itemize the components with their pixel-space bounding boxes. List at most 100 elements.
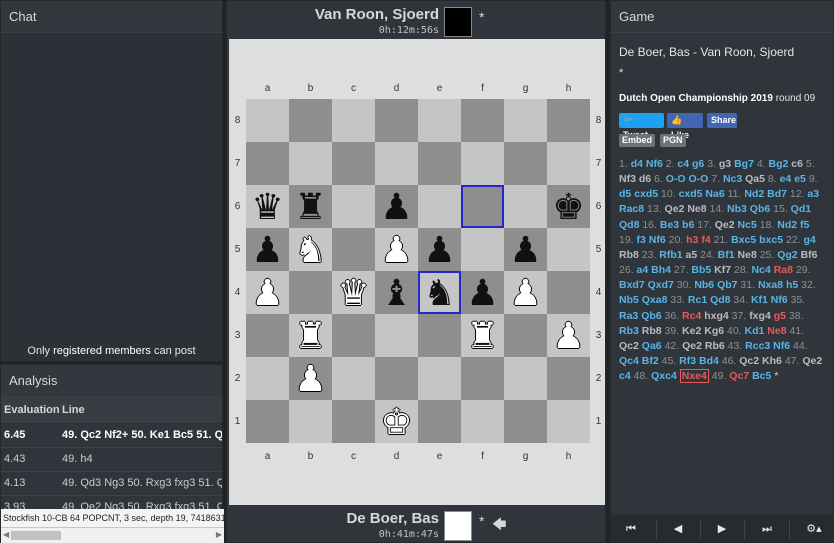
square-d4[interactable]: ♝	[375, 271, 418, 314]
square-h7[interactable]	[547, 142, 590, 185]
square-g6[interactable]	[504, 185, 547, 228]
square-h3[interactable]: ♟	[547, 314, 590, 357]
move-b-25[interactable]: Bf6	[801, 249, 818, 261]
move-w-33[interactable]: Rc1	[688, 294, 707, 306]
white-rook-icon[interactable]: ♜	[294, 317, 326, 354]
horizontal-scrollbar[interactable]: ◀ ▶	[1, 527, 224, 543]
square-e4[interactable]: ♞	[418, 271, 461, 314]
last-move-button[interactable]: ⏭	[747, 515, 787, 543]
move-b-22[interactable]: Rb8	[619, 249, 639, 261]
move-w-8[interactable]: e4	[780, 173, 792, 185]
square-c1[interactable]	[332, 400, 375, 443]
square-g2[interactable]	[504, 357, 547, 400]
move-b-23[interactable]: a5	[686, 249, 698, 261]
move-w-18[interactable]: Nd2	[777, 219, 797, 231]
scroll-thumb[interactable]	[11, 531, 61, 540]
square-b3[interactable]: ♜	[289, 314, 332, 357]
chess-board[interactable]: ♛ ♜ ♟ ♚ ♟ ♞ ♟ ♟ ♟ ♟ ♛ ♝ ♞ ♟ ♟ ♜ ♜ ♟ ♟ ♚	[246, 99, 590, 443]
square-b6[interactable]: ♜	[289, 185, 332, 228]
move-b-44[interactable]: Bf2	[642, 355, 659, 367]
move-w-41[interactable]: Qc2	[619, 340, 639, 352]
white-pawn-icon[interactable]: ♟	[251, 274, 283, 311]
move-b-40[interactable]: Ne8	[767, 325, 786, 337]
move-w-27[interactable]: Bb5	[691, 264, 711, 276]
black-pawn-icon[interactable]: ♟	[466, 274, 498, 311]
square-f6[interactable]	[461, 185, 504, 228]
move-b-45[interactable]: Bd4	[699, 355, 719, 367]
move-w-4[interactable]: Bg2	[769, 158, 789, 170]
scroll-left-icon[interactable]: ◀	[3, 530, 9, 539]
move-b-47[interactable]: c4	[619, 370, 631, 382]
black-king-icon[interactable]: ♚	[552, 188, 584, 225]
square-h5[interactable]	[547, 228, 590, 271]
move-b-14[interactable]: Qb6	[750, 203, 770, 215]
square-e8[interactable]	[418, 99, 461, 142]
square-b4[interactable]	[289, 271, 332, 314]
square-g3[interactable]	[504, 314, 547, 357]
white-king-icon[interactable]: ♚	[380, 403, 412, 440]
move-b-4[interactable]: c6	[791, 158, 803, 170]
square-c5[interactable]	[332, 228, 375, 271]
square-a7[interactable]	[246, 142, 289, 185]
move-w-47[interactable]: Qe2	[802, 355, 822, 367]
move-w-19[interactable]: f3	[637, 234, 646, 246]
pgn-button[interactable]: PGN	[660, 134, 686, 147]
move-b-49[interactable]: Bc5	[752, 370, 771, 382]
embed-button[interactable]: Embed	[619, 134, 656, 147]
move-b-43[interactable]: Nf6	[773, 340, 790, 352]
move-b-1[interactable]: Nf6	[646, 158, 663, 170]
square-a2[interactable]	[246, 357, 289, 400]
move-w-16[interactable]: Be3	[660, 219, 679, 231]
square-d8[interactable]	[375, 99, 418, 142]
square-c7[interactable]	[332, 142, 375, 185]
move-w-28[interactable]: Nc4	[752, 264, 771, 276]
square-f4[interactable]: ♟	[461, 271, 504, 314]
move-b-28[interactable]: Ra8	[774, 264, 793, 276]
square-b8[interactable]	[289, 99, 332, 142]
move-b-30[interactable]: Qb7	[717, 279, 737, 291]
move-w-20[interactable]: h3	[686, 234, 698, 246]
move-w-29[interactable]: Bxd7	[619, 279, 645, 291]
move-w-9[interactable]: d5	[619, 188, 631, 200]
move-b-38[interactable]: Rb8	[642, 325, 662, 337]
square-a5[interactable]: ♟	[246, 228, 289, 271]
move-b-17[interactable]: Nc5	[738, 219, 757, 231]
move-w-14[interactable]: Nb3	[727, 203, 747, 215]
previous-move-button[interactable]: ◀	[658, 515, 698, 543]
square-d2[interactable]	[375, 357, 418, 400]
registered-members-link[interactable]: registered members	[53, 345, 151, 357]
move-b-16[interactable]: b6	[682, 219, 694, 231]
move-b-31[interactable]: h5	[786, 279, 798, 291]
square-e5[interactable]: ♟	[418, 228, 461, 271]
move-b-5[interactable]: d6	[639, 173, 651, 185]
square-b1[interactable]	[289, 400, 332, 443]
square-f8[interactable]	[461, 99, 504, 142]
move-b-27[interactable]: Kf7	[714, 264, 731, 276]
move-w-49[interactable]: Qc7	[729, 370, 749, 382]
square-d3[interactable]	[375, 314, 418, 357]
move-w-15[interactable]: Qd1	[791, 203, 811, 215]
square-a4[interactable]: ♟	[246, 271, 289, 314]
square-c6[interactable]	[332, 185, 375, 228]
move-w-13[interactable]: Qe2	[665, 203, 685, 215]
move-b-7[interactable]: Qa5	[745, 173, 765, 185]
square-c3[interactable]	[332, 314, 375, 357]
move-w-26[interactable]: a4	[637, 264, 649, 276]
white-pawn-icon[interactable]: ♟	[294, 360, 326, 397]
move-b-36[interactable]: hxg4	[704, 310, 729, 322]
square-g4[interactable]: ♟	[504, 271, 547, 314]
move-b-32[interactable]: Qxa8	[642, 294, 668, 306]
black-pawn-icon[interactable]: ♟	[251, 231, 283, 268]
square-e3[interactable]	[418, 314, 461, 357]
white-pawn-icon[interactable]: ♟	[509, 274, 541, 311]
move-b-21[interactable]: bxc5	[759, 234, 783, 246]
move-b-37[interactable]: g5	[774, 310, 786, 322]
move-b-29[interactable]: Qxd7	[648, 279, 674, 291]
move-w-31[interactable]: Nxa8	[758, 279, 783, 291]
black-pawn-icon[interactable]: ♟	[380, 188, 412, 225]
move-b-24[interactable]: Ne8	[738, 249, 757, 261]
move-b-15[interactable]: Qd8	[619, 219, 639, 231]
move-b-18[interactable]: f5	[800, 219, 809, 231]
white-rook-icon[interactable]: ♜	[466, 317, 498, 354]
square-h8[interactable]	[547, 99, 590, 142]
